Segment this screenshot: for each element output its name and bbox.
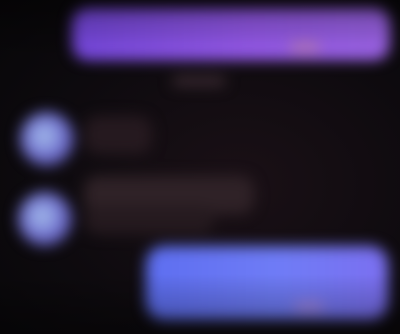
blurred-content <box>0 0 400 334</box>
message-status-indicator <box>294 302 324 312</box>
outgoing-message-bubble[interactable] <box>146 246 388 320</box>
avatar[interactable] <box>20 112 74 166</box>
avatar[interactable] <box>18 192 72 246</box>
outgoing-message-bubble[interactable] <box>72 8 390 60</box>
incoming-message-bubble[interactable] <box>84 116 152 154</box>
message-status-indicator <box>290 42 320 52</box>
chat-screen <box>0 0 400 334</box>
message-timestamp <box>172 76 226 86</box>
incoming-message-bubble-continuation[interactable] <box>84 206 214 234</box>
